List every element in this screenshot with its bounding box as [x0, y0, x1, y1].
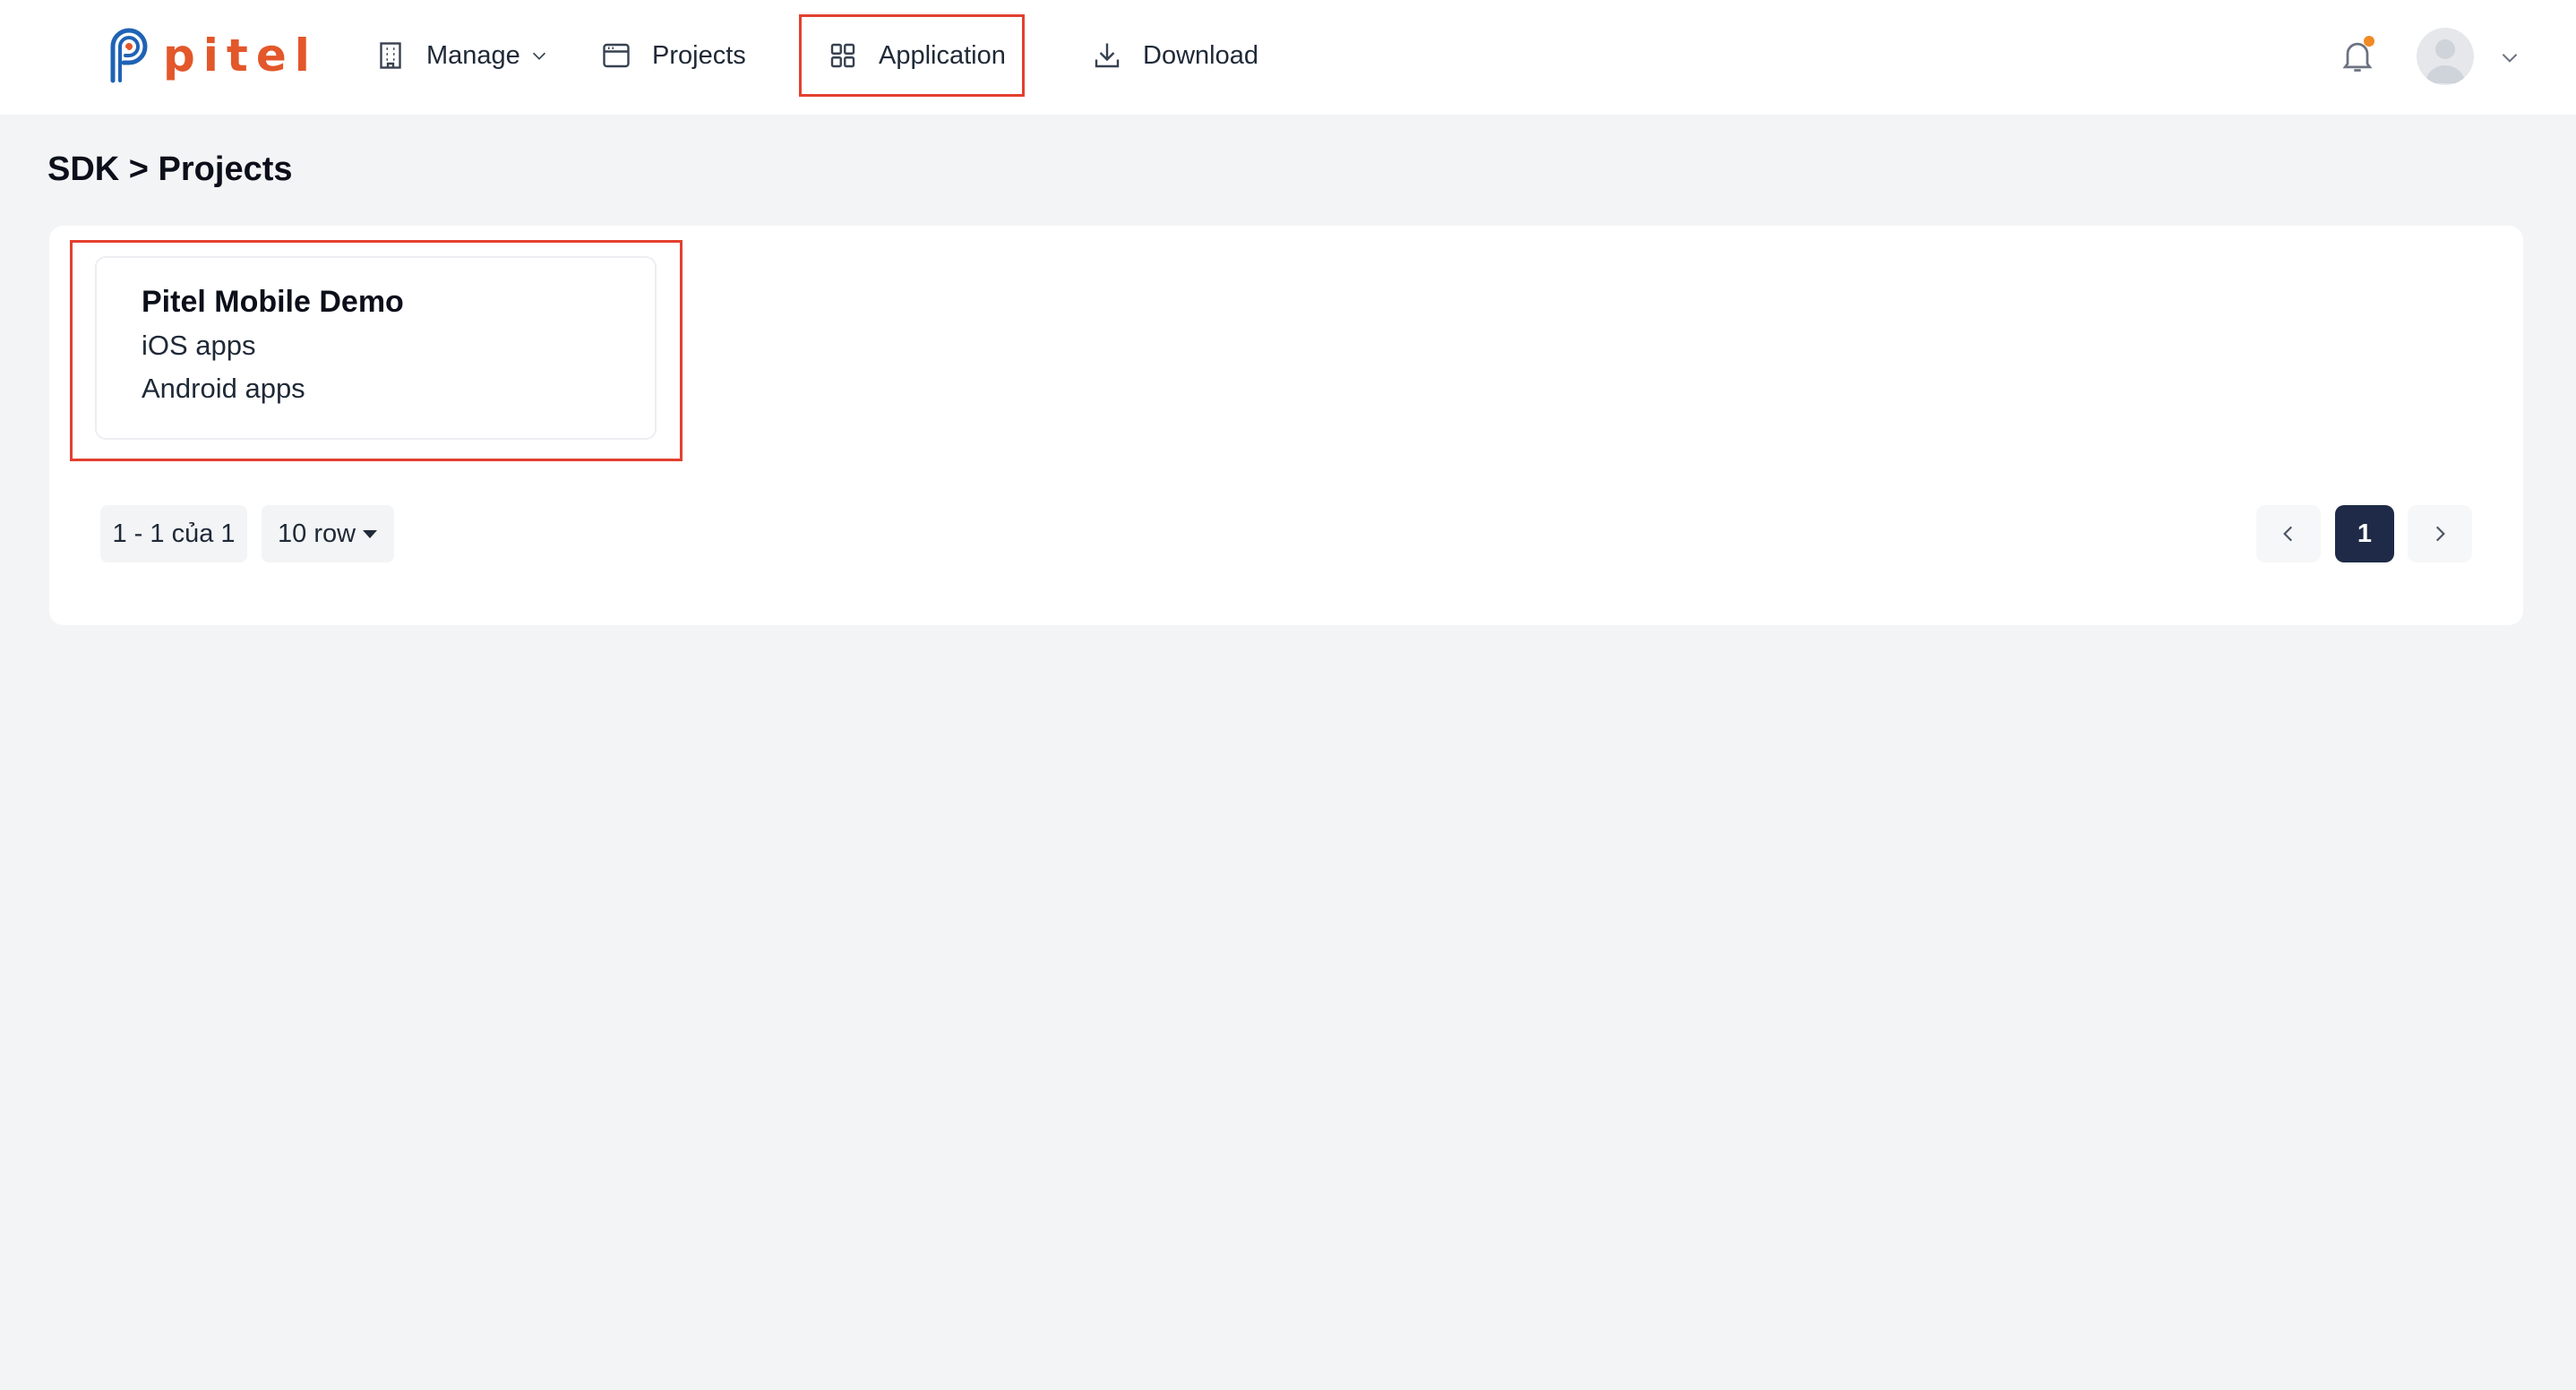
grid-icon — [830, 43, 855, 68]
top-navigation-bar: pitel Manage Projects Application Downlo… — [0, 0, 2576, 115]
user-avatar[interactable] — [2417, 28, 2474, 85]
rows-per-page-select[interactable]: 10 row — [262, 505, 394, 562]
page-title: SDK > Projects — [47, 150, 293, 188]
project-platform-ios: iOS apps — [142, 330, 256, 361]
account-menu-chevron-icon[interactable] — [2498, 46, 2521, 69]
nav-manage-label: Manage — [426, 40, 520, 70]
project-card[interactable]: Pitel Mobile Demo iOS apps Android apps — [95, 256, 657, 440]
nav-projects-label: Projects — [652, 40, 746, 70]
building-icon — [380, 42, 401, 69]
caret-down-icon — [363, 529, 378, 538]
user-avatar-icon — [2426, 39, 2465, 83]
nav-manage[interactable]: Manage — [374, 14, 549, 97]
previous-page-button[interactable] — [2256, 505, 2321, 562]
pitel-logo-mark-icon — [110, 28, 148, 83]
project-name: Pitel Mobile Demo — [142, 285, 404, 319]
browser-window-icon — [603, 43, 630, 68]
nav-download[interactable]: Download — [1091, 14, 1258, 97]
pagination-range: 1 - 1 của 1 — [100, 505, 247, 562]
nav-projects[interactable]: Projects — [600, 14, 746, 97]
nav-application[interactable]: Application — [799, 14, 1025, 97]
notification-dot — [2364, 36, 2374, 47]
chevron-down-icon — [532, 52, 545, 60]
page-number-current[interactable]: 1 — [2335, 505, 2394, 562]
nav-application-label: Application — [879, 40, 1006, 70]
chevron-right-icon — [2435, 526, 2445, 542]
rows-per-page-value: 10 row — [278, 519, 356, 548]
chevron-left-icon — [2283, 526, 2293, 542]
pitel-logo[interactable]: pitel — [106, 27, 318, 84]
logo-text: pitel — [163, 30, 318, 82]
project-platform-android: Android apps — [142, 373, 305, 404]
nav-download-label: Download — [1143, 40, 1258, 70]
download-icon — [1095, 43, 1120, 68]
next-page-button[interactable] — [2408, 505, 2472, 562]
